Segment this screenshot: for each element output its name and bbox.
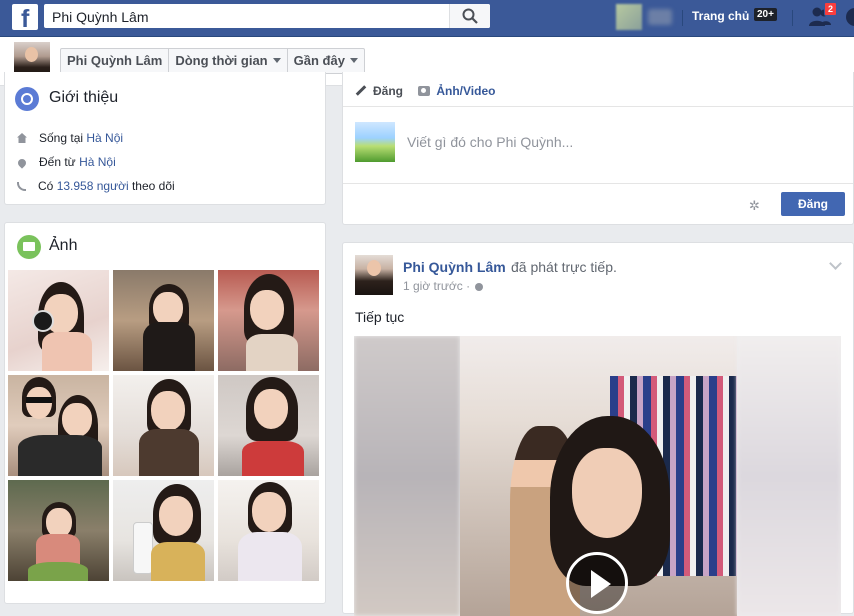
nav-divider — [682, 10, 683, 26]
public-globe-icon — [475, 283, 484, 291]
composer-footer-divider — [343, 183, 853, 184]
home-link[interactable]: Trang chủ — [692, 9, 749, 23]
intro-card: Giới thiệu Sống tại Hà Nội Đến từ Hà Nội… — [4, 72, 326, 205]
profile-name-button[interactable]: Phi Quỳnh Lâm — [61, 49, 170, 73]
video-blur-left — [354, 336, 460, 616]
search-icon — [462, 8, 478, 24]
nav-divider — [792, 10, 793, 26]
recent-dropdown[interactable]: Gần đây — [288, 49, 364, 73]
gear-icon[interactable]: ✲ — [749, 198, 760, 214]
user-avatar[interactable] — [616, 4, 642, 30]
lives-in-city-link[interactable]: Hà Nội — [86, 131, 123, 145]
user-name-blurred[interactable] — [648, 9, 672, 25]
search-input[interactable] — [50, 7, 454, 27]
timeline-label: Dòng thời gian — [175, 53, 268, 68]
pencil-icon — [355, 85, 367, 96]
timeline-dropdown[interactable]: Dòng thời gian — [169, 49, 288, 73]
photo-thumbnail[interactable] — [113, 480, 214, 581]
feed-post: Phi Quỳnh Lâm đã phát trực tiếp. 1 giờ t… — [342, 242, 854, 616]
post-timestamp[interactable]: 1 giờ trước · — [403, 279, 484, 293]
tab-photo-video[interactable]: Ảnh/Video — [418, 84, 495, 98]
photo-thumbnail[interactable] — [218, 480, 319, 581]
photo-thumbnail[interactable] — [8, 480, 109, 581]
chevron-down-icon — [272, 58, 281, 63]
composer-input[interactable]: Viết gì đó cho Phi Quỳnh... — [407, 134, 573, 150]
post-composer: Đăng Ảnh/Video Viết gì đó cho Phi Quỳnh.… — [342, 72, 854, 225]
tab-photo-label: Ảnh/Video — [436, 84, 496, 98]
photo-thumbnail[interactable] — [218, 270, 319, 371]
post-action-text: đã phát trực tiếp. — [511, 259, 617, 275]
facebook-logo-icon[interactable]: f — [12, 4, 38, 33]
from-city-link[interactable]: Hà Nội — [79, 155, 116, 169]
followers-count: 13.958 — [56, 179, 94, 193]
followers-suffix: theo dõi — [128, 179, 175, 193]
followers-icon — [17, 182, 26, 191]
search-box — [44, 4, 490, 28]
post-author-name[interactable]: Phi Quỳnh Lâm — [403, 259, 506, 275]
composer-tabs: Đăng Ảnh/Video — [355, 84, 507, 98]
top-navigation-bar: f Trang chủ 20+ 2 — [0, 0, 854, 37]
location-pin-icon — [16, 157, 28, 169]
post-time-label: 1 giờ trước — [403, 279, 463, 293]
post-time-separator: · — [462, 279, 474, 293]
followers-prefix: Có — [38, 179, 57, 193]
post-button[interactable]: Đăng — [781, 192, 845, 216]
photos-title[interactable]: Ảnh — [49, 237, 77, 255]
composer-divider — [343, 106, 853, 107]
intro-followers: Có 13.958 người theo dõi — [17, 179, 175, 193]
intro-title: Giới thiệu — [49, 89, 119, 106]
chevron-down-icon — [349, 58, 358, 63]
photo-thumbnail[interactable] — [113, 270, 214, 371]
tab-post-label: Đăng — [373, 84, 403, 98]
followers-link[interactable]: 13.958 người — [57, 179, 129, 193]
messages-icon[interactable] — [846, 8, 854, 26]
followers-unit: người — [93, 179, 129, 193]
chevron-down-icon[interactable] — [829, 257, 842, 270]
camera-icon — [418, 86, 431, 96]
intro-lives-in: Sống tại Hà Nội — [17, 131, 123, 145]
photo-thumbnail[interactable] — [8, 270, 109, 371]
photo-thumbnail[interactable] — [218, 375, 319, 476]
video-blur-right — [737, 336, 841, 616]
from-prefix: Đến từ — [39, 155, 80, 169]
composer-user-thumbnail — [355, 122, 395, 162]
post-text: Tiếp tục — [355, 309, 405, 325]
home-icon — [17, 133, 27, 143]
search-button[interactable] — [449, 4, 490, 28]
photos-icon — [17, 235, 41, 259]
intro-from: Đến từ Hà Nội — [16, 155, 116, 169]
post-author-avatar[interactable] — [355, 255, 393, 295]
home-badge: 20+ — [754, 8, 777, 21]
friend-requests-badge: 2 — [824, 2, 838, 16]
video-person-face — [572, 448, 642, 538]
lives-in-prefix: Sống tại — [39, 131, 87, 145]
globe-icon — [15, 87, 39, 111]
photo-thumbnail[interactable] — [8, 375, 109, 476]
facebook-logo-letter: f — [21, 5, 30, 33]
recent-label: Gần đây — [293, 53, 345, 68]
tab-post[interactable]: Đăng — [355, 84, 403, 98]
photos-card: Ảnh — [4, 222, 326, 604]
profile-name-label: Phi Quỳnh Lâm — [67, 53, 163, 68]
photo-thumbnail[interactable] — [113, 375, 214, 476]
live-video-player[interactable] — [354, 336, 841, 616]
photo-grid — [8, 270, 319, 581]
profile-nav-buttons: Phi Quỳnh Lâm Dòng thời gian Gần đây — [60, 48, 365, 74]
